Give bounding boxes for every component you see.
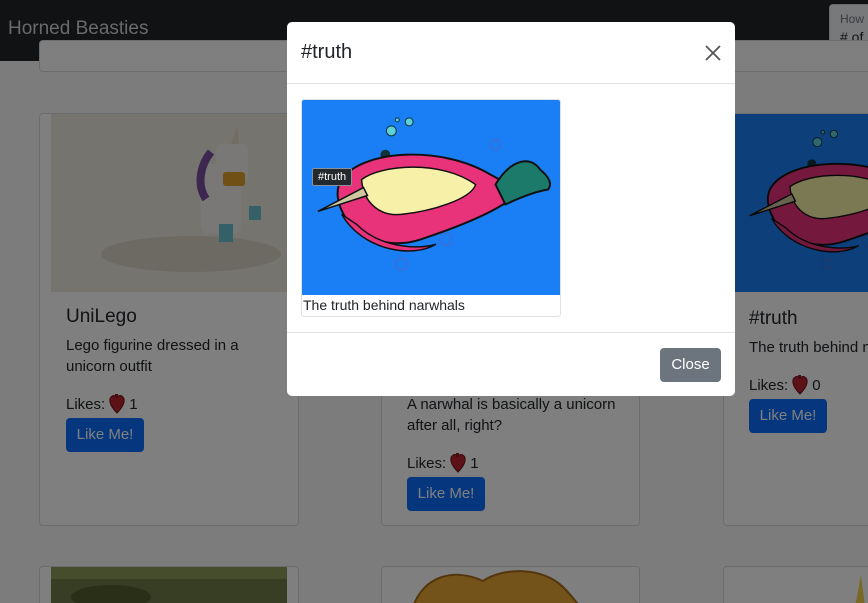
modal-header: #truth	[287, 22, 735, 84]
image-tooltip: #truth	[312, 168, 353, 186]
close-x-icon[interactable]	[701, 41, 725, 65]
modal-footer: Close	[287, 332, 735, 396]
image-modal: #truth The truth behind narwhals Close	[287, 22, 735, 396]
close-button[interactable]: Close	[660, 348, 721, 382]
modal-caption: The truth behind narwhals	[303, 297, 465, 313]
modal-figure: The truth behind narwhals	[301, 99, 561, 317]
modal-title: #truth	[301, 41, 353, 63]
modal-image[interactable]	[302, 100, 560, 295]
